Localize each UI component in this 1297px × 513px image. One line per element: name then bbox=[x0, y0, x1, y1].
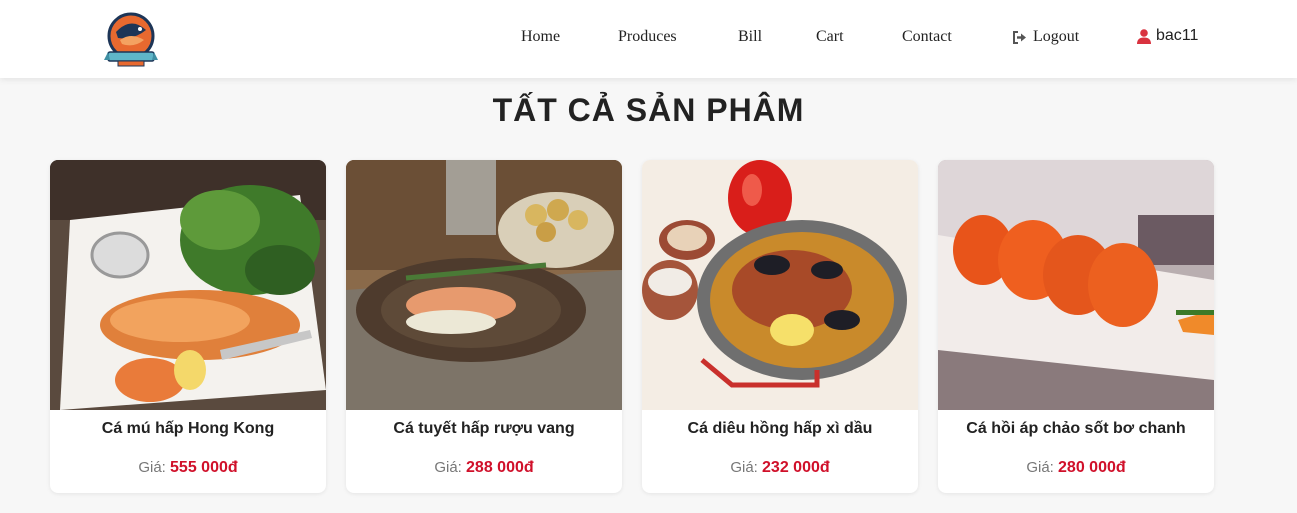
navbar: Home Produces Bill Cart Contact Logout b… bbox=[0, 0, 1297, 78]
product-price: Giá: 232 000đ bbox=[642, 459, 918, 477]
nav-contact[interactable]: Contact bbox=[902, 28, 952, 46]
nav-user[interactable]: bac11 bbox=[1137, 27, 1198, 45]
product-card[interactable]: Cá hồi áp chảo sốt bơ chanh Giá: 280 000… bbox=[938, 160, 1214, 493]
nav-home[interactable]: Home bbox=[521, 28, 560, 46]
page-title: TẤT CẢ SẢN PHÂM bbox=[492, 92, 805, 128]
product-image[interactable] bbox=[938, 160, 1214, 410]
price-value: 555 000đ bbox=[170, 459, 238, 476]
product-card[interactable]: Cá diêu hồng hấp xì dầu Giá: 232 000đ bbox=[642, 160, 918, 493]
nav-logout[interactable]: Logout bbox=[1012, 28, 1079, 46]
product-price: Giá: 555 000đ bbox=[50, 459, 326, 477]
product-image[interactable] bbox=[50, 160, 326, 410]
product-price: Giá: 280 000đ bbox=[938, 459, 1214, 477]
price-label: Giá: bbox=[138, 459, 166, 476]
product-image[interactable] bbox=[642, 160, 918, 410]
username: bac11 bbox=[1156, 27, 1199, 44]
product-card[interactable]: Cá tuyết hấp rượu vang Giá: 288 000đ bbox=[346, 160, 622, 493]
nav-produces[interactable]: Produces bbox=[618, 28, 677, 46]
product-name[interactable]: Cá mú hấp Hong Kong bbox=[50, 420, 326, 438]
product-name[interactable]: Cá hồi áp chảo sốt bơ chanh bbox=[938, 420, 1214, 438]
price-label: Giá: bbox=[1026, 459, 1054, 476]
logo-link[interactable] bbox=[104, 10, 158, 68]
fishing-logo bbox=[104, 12, 158, 67]
product-name[interactable]: Cá tuyết hấp rượu vang bbox=[346, 420, 622, 438]
product-name[interactable]: Cá diêu hồng hấp xì dầu bbox=[642, 420, 918, 438]
logout-label: Logout bbox=[1033, 28, 1080, 45]
product-card[interactable]: Cá mú hấp Hong Kong Giá: 555 000đ bbox=[50, 160, 326, 493]
price-label: Giá: bbox=[434, 459, 462, 476]
price-value: 232 000đ bbox=[762, 459, 830, 476]
nav-cart[interactable]: Cart bbox=[816, 28, 844, 46]
logout-icon bbox=[1013, 30, 1026, 44]
nav-bill[interactable]: Bill bbox=[738, 28, 762, 46]
product-price: Giá: 288 000đ bbox=[346, 459, 622, 477]
product-image[interactable] bbox=[346, 160, 622, 410]
price-label: Giá: bbox=[730, 459, 758, 476]
price-value: 288 000đ bbox=[466, 459, 534, 476]
user-icon bbox=[1137, 28, 1151, 44]
price-value: 280 000đ bbox=[1058, 459, 1126, 476]
